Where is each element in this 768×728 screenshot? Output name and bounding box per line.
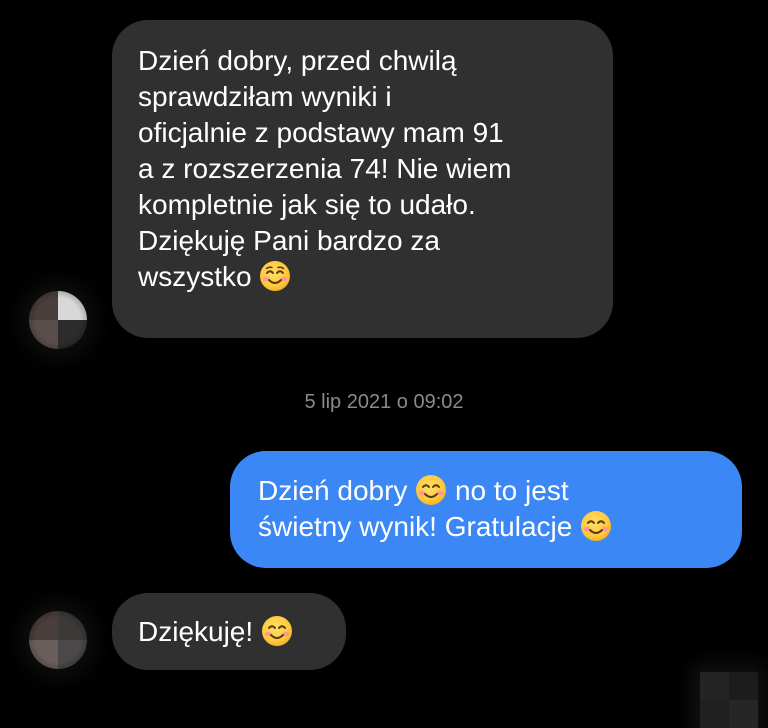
message-line: oficjalnie z podstawy mam 91 (138, 117, 504, 148)
message-line: Dzień dobry no to jest (258, 473, 716, 509)
incoming-message-bubble[interactable]: Dzień dobry, przed chwilą sprawdziłam wy… (112, 20, 613, 338)
corner-pixel (700, 700, 729, 728)
outgoing-message-bubble[interactable]: Dzień dobry no to jest świetny wynik! Gr… (230, 451, 742, 568)
message-text: wszystko (138, 261, 252, 292)
message-line: Dzień dobry, przed chwilą (138, 45, 457, 76)
message-line: sprawdziłam wyniki i (138, 81, 392, 112)
smiling-face-icon (416, 475, 447, 505)
message-text: no to jest (454, 475, 569, 506)
avatar[interactable] (29, 611, 87, 669)
smiling-face-icon (260, 261, 291, 291)
smiling-face-icon (581, 511, 612, 541)
message-text: Dzień dobry (258, 475, 408, 506)
message-timestamp: 5 lip 2021 o 09:02 (304, 391, 464, 413)
corner-pixel (729, 672, 758, 700)
smiling-face-icon (261, 616, 292, 646)
message-line: a z rozszerzenia 74! Nie wiem (138, 153, 512, 184)
message-text: świetny wynik! Gratulacje (258, 511, 573, 542)
avatar-vignette (29, 611, 87, 669)
message-line: Dziękuję Pani bardzo za (138, 225, 440, 256)
message-text: Dziękuję! (138, 616, 254, 647)
corner-pixel (729, 700, 758, 728)
message-line: kompletnie jak się to udało. (138, 189, 476, 220)
message-line: świetny wynik! Gratulacje (258, 509, 716, 545)
avatar-vignette (29, 291, 87, 349)
message-line: wszystko (138, 259, 587, 295)
pixelated-corner-element (700, 672, 758, 728)
incoming-message-bubble[interactable]: Dziękuję! (112, 593, 346, 670)
avatar[interactable] (29, 291, 87, 349)
message-line: Dziękuję! (138, 614, 322, 650)
corner-pixel (700, 672, 729, 700)
